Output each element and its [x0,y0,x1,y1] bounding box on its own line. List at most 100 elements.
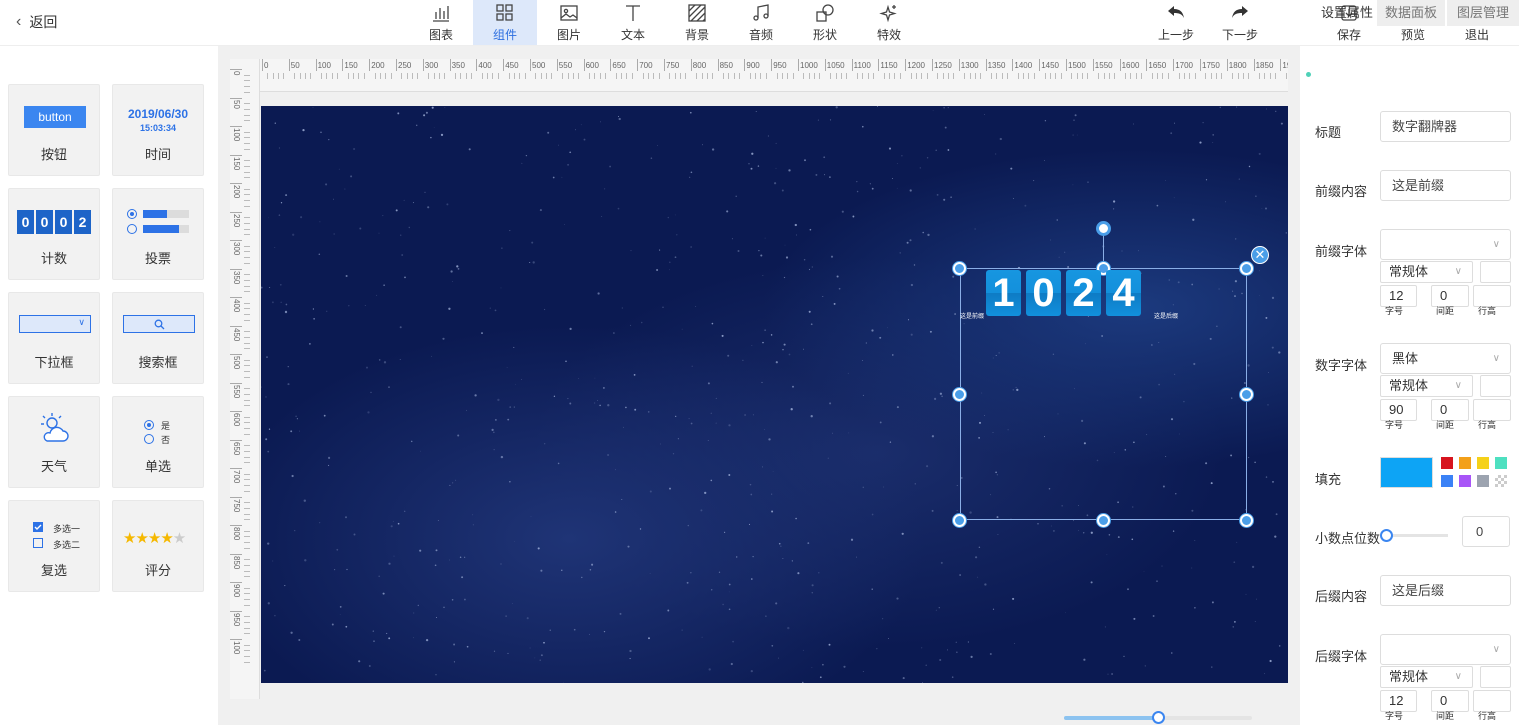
component-vote[interactable]: 投票 [112,188,204,280]
chevron-left-icon: ‹ [16,13,22,30]
title-input[interactable]: 数字翻牌器 [1380,111,1511,142]
prefix-content-label: 前缀内容 [1315,184,1368,199]
rotate-handle[interactable] [1097,222,1110,235]
resize-handle[interactable] [1240,262,1253,275]
star [446,203,449,206]
palette-color-blue[interactable] [1441,475,1453,487]
component-search[interactable]: 搜索框 [112,292,204,384]
star [540,654,543,657]
prefix-input[interactable]: 这是前缀 [1380,170,1511,201]
tool-effect[interactable]: 特效 [857,0,921,45]
fill-color-swatch[interactable] [1380,457,1433,488]
star [331,623,334,626]
star [926,465,929,468]
weather-icon [41,413,69,442]
star [711,148,715,151]
palette-color-yellow[interactable] [1477,457,1489,469]
undo-button[interactable]: 上一步 [1144,0,1208,45]
component-counter[interactable]: 0 0 0 2 计数 [8,188,100,280]
star [602,386,605,389]
suffix-font-select[interactable]: ∨ [1380,634,1511,665]
component-time[interactable]: 2019/06/30 15:03:34 时间 [112,84,204,176]
tab-data[interactable]: 数据面板 [1377,0,1445,26]
star [1072,184,1074,186]
prefix-color-picker[interactable] [1480,261,1511,283]
ruler-label: 150 [232,156,241,170]
ruler-tick [230,97,242,99]
resize-handle[interactable] [1240,514,1253,527]
redo-button[interactable]: 下一步 [1208,0,1272,45]
star [376,294,378,296]
number-color-picker[interactable] [1480,375,1511,397]
component-radio[interactable]: 是 否 单选 [112,396,204,488]
ruler-tick [664,59,665,71]
ruler-minor-tick [244,564,250,566]
tab-layers[interactable]: 图层管理 [1447,0,1519,26]
zoom-slider[interactable] [1064,711,1252,724]
star [424,191,426,193]
number-style-select[interactable]: 常规体 ∨ [1380,375,1473,397]
ruler-minor-tick [244,222,250,224]
resize-handle[interactable] [953,388,966,401]
star [537,547,540,550]
component-button[interactable]: button 按钮 [8,84,100,176]
tool-image[interactable]: 图片 [537,0,601,45]
star [750,167,753,170]
tool-component[interactable]: 组件 [473,0,537,45]
star [622,426,624,428]
ruler-minor-tick [953,73,955,79]
decimals-input[interactable]: 0 [1462,516,1510,547]
palette-color-teal[interactable] [1495,457,1507,469]
tool-audio[interactable]: 音频 [729,0,793,45]
component-rating[interactable]: ★★★★★ 评分 [112,500,204,592]
prefix-font-select[interactable]: ∨ [1380,229,1511,260]
tool-text[interactable]: 文本 [601,0,665,45]
suffix-color-picker[interactable] [1480,666,1511,688]
number-font-select[interactable]: 黑体 ∨ [1380,343,1511,374]
star [802,649,804,651]
star [353,147,356,151]
star [852,215,855,218]
star [511,603,513,604]
suffix-style-select[interactable]: 常规体 ∨ [1380,666,1473,688]
star [951,676,954,678]
star [287,366,289,368]
star [336,548,339,551]
decimals-slider-handle[interactable] [1380,529,1393,542]
resize-handle[interactable] [953,514,966,527]
star [308,342,311,345]
back-button[interactable]: ‹ 返回 [16,12,57,32]
star [466,645,469,648]
tab-settings[interactable]: 设置属性 [1318,0,1376,26]
palette-color-gray[interactable] [1477,475,1489,487]
resize-handle[interactable] [953,262,966,275]
resize-handle[interactable] [1240,388,1253,401]
decimals-slider[interactable] [1384,534,1448,537]
star [1278,645,1281,647]
component-weather[interactable]: 天气 [8,396,100,488]
palette-color-red[interactable] [1441,457,1453,469]
prefix-style-select[interactable]: 常规体 ∨ [1380,261,1473,283]
star [1271,296,1275,300]
star [848,432,850,434]
component-dropdown[interactable]: ∨ 下拉框 [8,292,100,384]
star [750,578,753,580]
zoom-slider-handle[interactable] [1152,711,1165,724]
tool-background[interactable]: 背景 [665,0,729,45]
palette-color-transparent[interactable] [1495,475,1507,487]
tool-shape[interactable]: 形状 [793,0,857,45]
tool-chart[interactable]: 图表 [409,0,473,45]
ruler-label: 1200 [907,61,925,70]
resize-handle[interactable] [1097,514,1110,527]
suffix-input[interactable]: 这是后缀 [1380,575,1511,606]
palette-color-orange[interactable] [1459,457,1471,469]
close-icon[interactable]: ✕ [1251,246,1269,264]
dropdown-preview: ∨ [19,315,91,333]
palette-color-purple[interactable] [1459,475,1471,487]
star [1131,538,1134,541]
ruler-minor-tick [310,73,312,79]
component-checkbox[interactable]: 多选一 多选二 复选 [8,500,100,592]
star [1161,565,1163,567]
ruler-minor-tick [244,274,250,276]
star [437,520,439,521]
